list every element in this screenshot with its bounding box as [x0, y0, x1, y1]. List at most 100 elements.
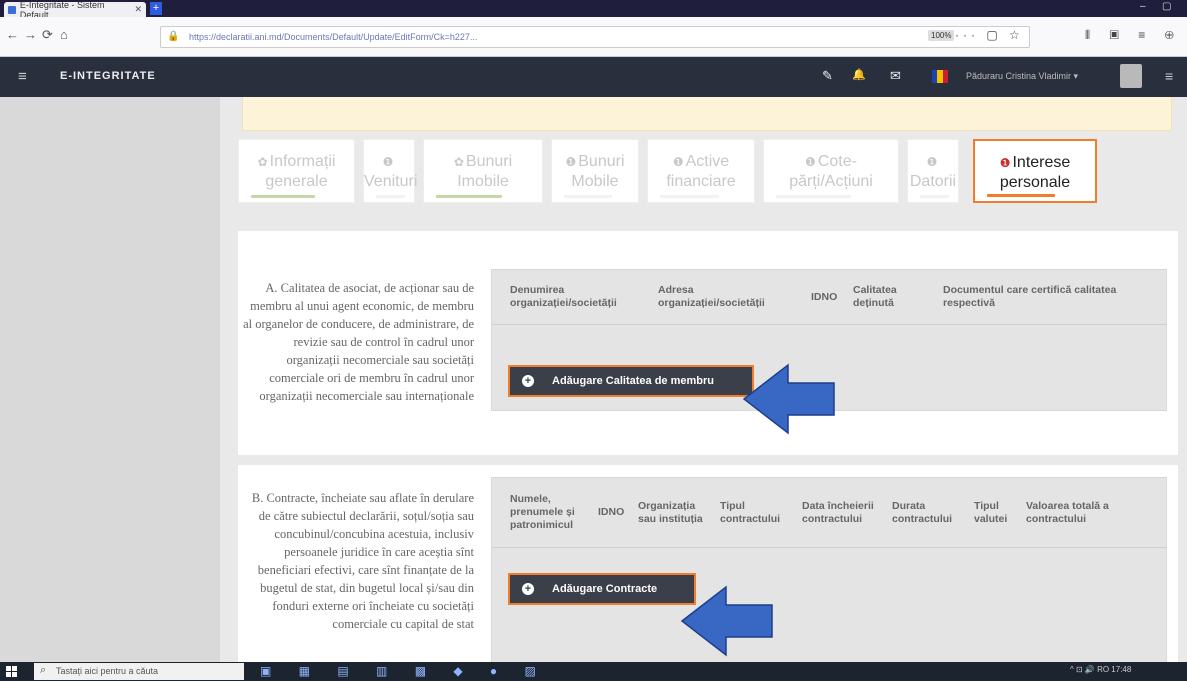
address-bar[interactable]: 🔒 https://declaratii.ani.md/Documents/De… [160, 26, 1030, 48]
tab-label: Imobile [457, 173, 509, 190]
tab-label: Cote- [817, 153, 857, 170]
tab-label: Informații [269, 153, 336, 170]
form-tabs: ✿ Informații generale ❶ Venituri ✿ Bunuri Imobi… [238, 139, 1178, 203]
section-b-label: B. Contracte, încheiate sau aflate în de… [251, 491, 474, 631]
alert-icon: ❶ [565, 155, 577, 169]
alert-icon: ❶ [382, 155, 394, 169]
browser-tab-strip: E-Integritate - Sistem Default ✕ + – ▢ [0, 0, 1187, 20]
add-contracts-label: Adăugare Contracte [552, 583, 658, 595]
check-icon: ✿ [453, 155, 464, 169]
minimize-icon[interactable]: – [1140, 1, 1146, 12]
browser-extensions-icon[interactable]: ⫴ ▣ ≡ ⊕ [1085, 28, 1182, 43]
tab-label-line1: ❶ Interese [975, 153, 1095, 173]
column-header: Denumirea organizației/societății [510, 284, 617, 309]
tab-status-bar [436, 195, 502, 198]
column-header: Valoarea totală a contractului [1026, 499, 1109, 525]
close-tab-icon[interactable]: ✕ [134, 4, 142, 15]
app-brand[interactable]: E-INTEGRITATE [60, 70, 156, 82]
home-icon[interactable]: ⌂ [60, 27, 68, 42]
tab-label-line1: ❶ [908, 152, 958, 172]
tab-venituri[interactable]: ❶ Venituri [363, 139, 418, 203]
bell-icon[interactable]: 🔔 [852, 68, 866, 81]
browser-tab[interactable]: E-Integritate - Sistem Default ✕ [4, 0, 146, 20]
section-a-label: A. Calitatea de asociat, de acționar sau… [243, 281, 474, 403]
avatar[interactable] [1120, 64, 1142, 88]
tab-interese-personale[interactable]: ❶ Interese personale [973, 139, 1097, 203]
column-header: Numele, prenumele și patronimicul [510, 493, 575, 531]
column-header: Data încheierii contractului [802, 499, 874, 525]
forward-icon[interactable]: → [24, 27, 37, 42]
tab-status-bar [564, 195, 612, 198]
lock-icon: 🔒 [167, 31, 180, 42]
system-tray: ^ ⊡ 🔊 RO 17:48 [1070, 665, 1132, 674]
browser-toolbar: ← → ⟳ ⌂ 🔒 https://declaratii.ani.md/Docu… [0, 17, 1187, 57]
tab-status-bar [920, 195, 949, 198]
mail-icon[interactable]: ✉ [890, 68, 901, 84]
app-header: ≡ E-INTEGRITATE ✎ 🔔 ✉ Păduraru Cristina … [0, 57, 1187, 97]
sidebar-toggle-icon[interactable]: ≡ [18, 68, 27, 85]
tab-status-bar [987, 194, 1055, 197]
pinned-apps-icon[interactable]: ▣ ▦ ▤ ▥ ▩ ◆ ● ▨ [260, 664, 548, 678]
flag-stripe-red [942, 70, 948, 83]
tab-bunuri-mobile[interactable]: ❶ Bunuri Mobile [551, 139, 639, 203]
column-header: IDNO [811, 290, 838, 303]
tab-informații-generale[interactable]: ✿ Informații generale [238, 139, 355, 203]
tab-status-bar [376, 195, 405, 198]
column-header: Organizația sau instituția [638, 499, 703, 525]
tab-label-line1: ❶ Cote- [764, 152, 898, 172]
url-text: https://declaratii.ani.md/Documents/Defa… [189, 32, 478, 42]
tab-label: Bunuri [465, 153, 513, 170]
tab-label: Venituri [364, 173, 418, 190]
main-content: ✿ Informații generale ❶ Venituri ✿ Bunuri Imobi… [220, 97, 1187, 662]
column-header: Tipul contractului [720, 499, 781, 525]
tab-label: Datorii [909, 173, 957, 190]
new-tab-button[interactable]: + [150, 2, 162, 15]
tab-label: financiare [666, 173, 736, 190]
column-header: Durata contractului [892, 499, 953, 525]
tab-bunuri-imobile[interactable]: ✿ Bunuri Imobile [423, 139, 543, 203]
taskbar-search-placeholder: Tastați aici pentru a căuta [56, 666, 159, 676]
language-flag-icon[interactable] [932, 70, 948, 83]
tab-status-bar [660, 195, 719, 198]
windows-start-icon[interactable] [6, 666, 18, 677]
reload-icon[interactable]: ⟳ [42, 27, 53, 43]
column-header: Documentul care certifică calitatea resp… [943, 284, 1117, 309]
favicon-icon [8, 5, 16, 14]
alert-icon: ❶ [926, 155, 938, 169]
tab-label: Interese [1012, 154, 1071, 171]
tab-label: personale [999, 174, 1071, 191]
column-header: Adresa organizației/societății [658, 284, 765, 309]
column-header: IDNO [598, 506, 625, 518]
notice-banner [242, 97, 1172, 131]
back-icon[interactable]: ← [6, 27, 19, 42]
left-arrow-icon [680, 585, 773, 657]
windows-taskbar: ⌕ Tastați aici pentru a căuta ▣ ▦ ▤ ▥ ▩ … [0, 662, 1187, 681]
plus-icon: + [522, 583, 534, 595]
tab-label-line1: ✿ Bunuri [424, 152, 542, 172]
alert-icon: ❶ [999, 156, 1011, 170]
tab-status-bar [251, 195, 315, 198]
add-contracts-button[interactable]: + Adăugare Contracte [508, 573, 696, 605]
tab-status-bar [776, 195, 851, 198]
tab-datorii[interactable]: ❶ Datorii [907, 139, 959, 203]
taskbar-search-input[interactable]: ⌕ Tastați aici pentru a căuta [34, 663, 244, 680]
tab-active-financiare[interactable]: ❶ Active financiare [647, 139, 755, 203]
wrench-icon[interactable]: ✎ [822, 68, 833, 84]
section-a-table-header: Denumirea organizației/societății Adresa… [492, 270, 1166, 325]
maximize-icon[interactable]: ▢ [1162, 1, 1171, 12]
check-icon: ✿ [257, 155, 268, 169]
user-menu[interactable]: Păduraru Cristina Vladimir ▾ [966, 71, 1078, 82]
column-header: Tipul valutei [974, 499, 1008, 525]
tab-label: Bunuri [578, 153, 625, 170]
search-icon: ⌕ [40, 664, 47, 676]
tab-label: Active [685, 153, 730, 170]
options-menu-icon[interactable]: ≡ [1165, 68, 1173, 84]
tab-label-line1: ✿ Informații [239, 152, 354, 172]
section-b-table-header: Numele, prenumele și patronimicul IDNO O… [492, 478, 1166, 548]
tab-label-line1: ❶ Active [648, 152, 754, 172]
page-actions-icon[interactable]: ··· ▢ ☆ [955, 28, 1024, 42]
tab-cote-părți-acțiuni[interactable]: ❶ Cote-părți/Acțiuni [763, 139, 899, 203]
add-membership-button[interactable]: + Adăugare Calitatea de membru [508, 365, 754, 397]
tab-label: părți/Acțiuni [789, 173, 873, 190]
zoom-level[interactable]: 100% [928, 30, 955, 41]
